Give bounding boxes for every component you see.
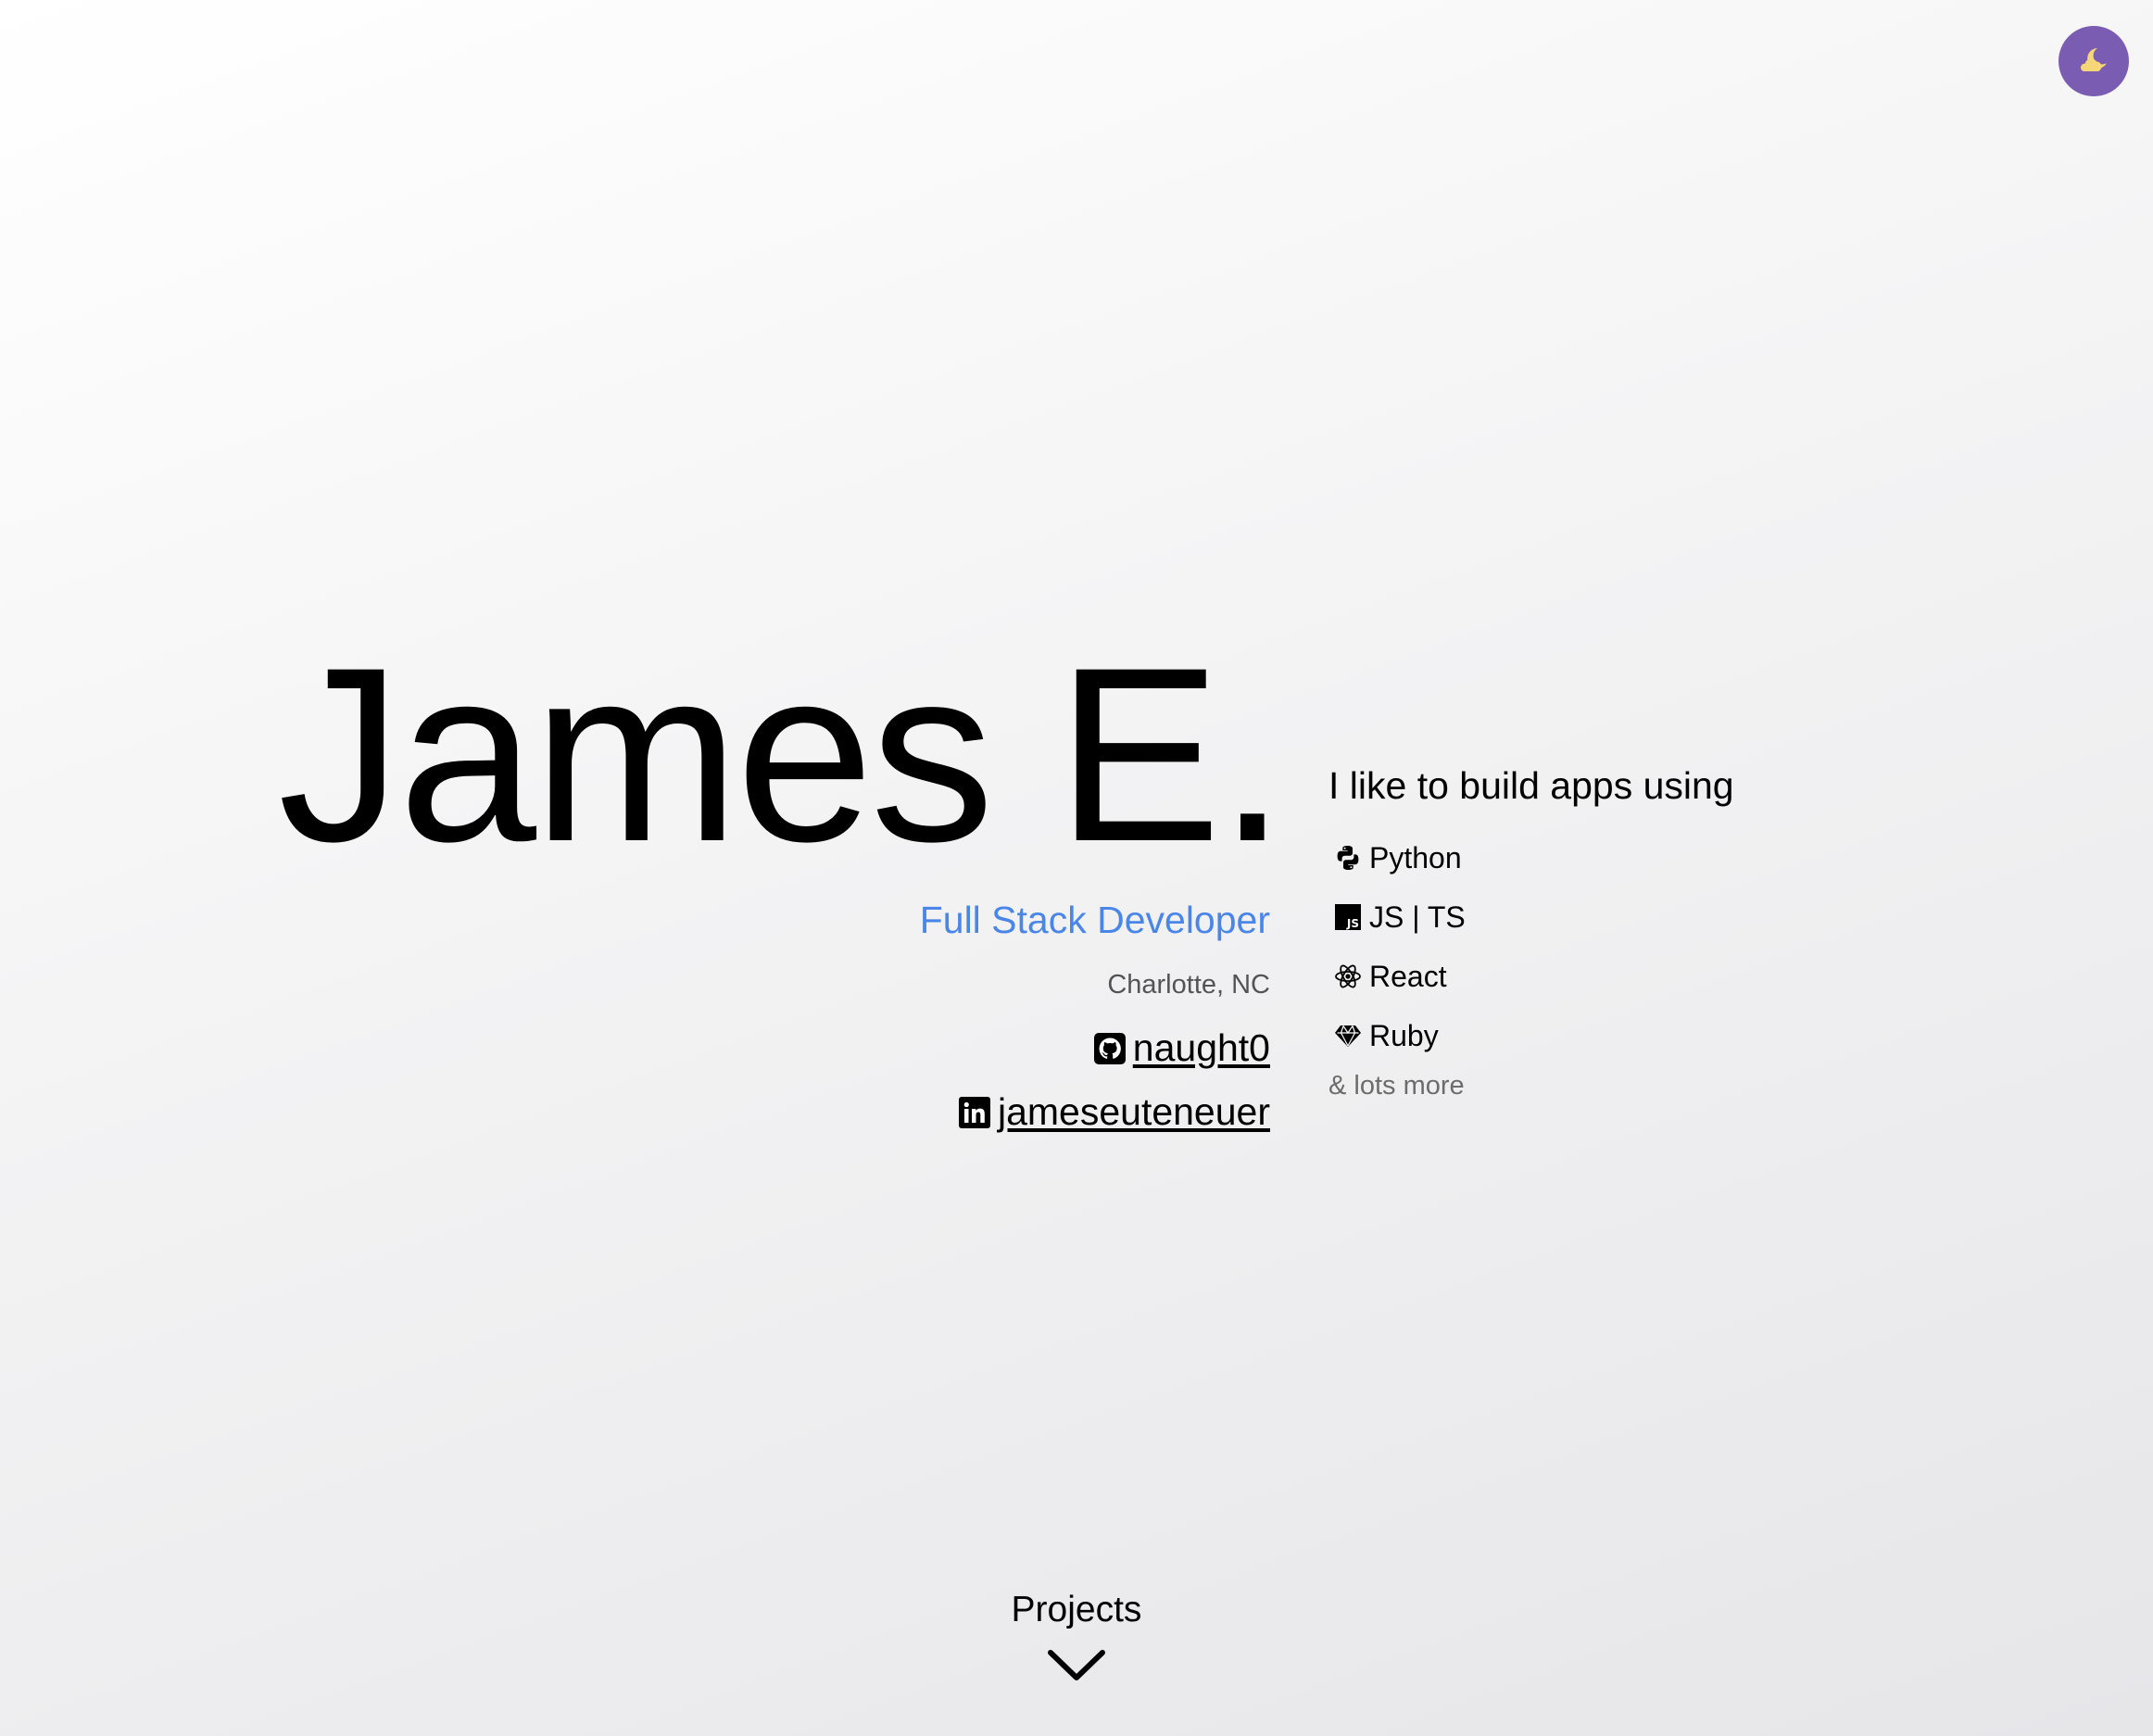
ruby-icon [1335, 1025, 1361, 1047]
skills-list: Python JS JS | TS React Ruby [1328, 828, 1734, 1065]
skill-label: JS | TS [1369, 899, 1466, 934]
svg-text:JS: JS [1346, 917, 1359, 930]
skill-label: Python [1369, 840, 1462, 874]
javascript-icon: JS [1335, 904, 1361, 930]
skill-python: Python [1328, 828, 1734, 887]
theme-toggle-button[interactable] [2059, 26, 2129, 96]
projects-label: Projects [1011, 1590, 1142, 1629]
linkedin-icon [958, 1096, 990, 1128]
chevron-down-icon[interactable] [1046, 1647, 1107, 1684]
hero-name: James E. [278, 615, 1287, 893]
skill-react: React [1328, 947, 1734, 1006]
skill-label: Ruby [1369, 1018, 1439, 1052]
linkedin-link-row: jameseuteneuer [278, 1090, 1270, 1134]
github-link-row: naught0 [278, 1026, 1270, 1070]
moon-cloud-icon [2080, 48, 2107, 71]
projects-scroll-link[interactable]: Projects [0, 1590, 2153, 1684]
python-icon [1337, 846, 1359, 870]
skill-javascript: JS JS | TS [1328, 887, 1734, 947]
skills-intro: I like to build apps using [1328, 764, 1734, 807]
location: Charlotte, NC [1107, 970, 1270, 1000]
more-skills-note: & lots more [1328, 1071, 1465, 1101]
job-title: Full Stack Developer [919, 899, 1270, 941]
github-link[interactable]: naught0 [1133, 1026, 1270, 1070]
github-icon [1093, 1032, 1126, 1064]
hero-intro: James E. Full Stack Developer Charlotte,… [278, 615, 1287, 1134]
skill-label: React [1369, 959, 1447, 993]
skills-section: I like to build apps using Python JS JS … [1328, 764, 1734, 1101]
linkedin-link[interactable]: jameseuteneuer [998, 1090, 1270, 1134]
skill-ruby: Ruby [1328, 1006, 1734, 1065]
react-icon [1335, 964, 1361, 988]
